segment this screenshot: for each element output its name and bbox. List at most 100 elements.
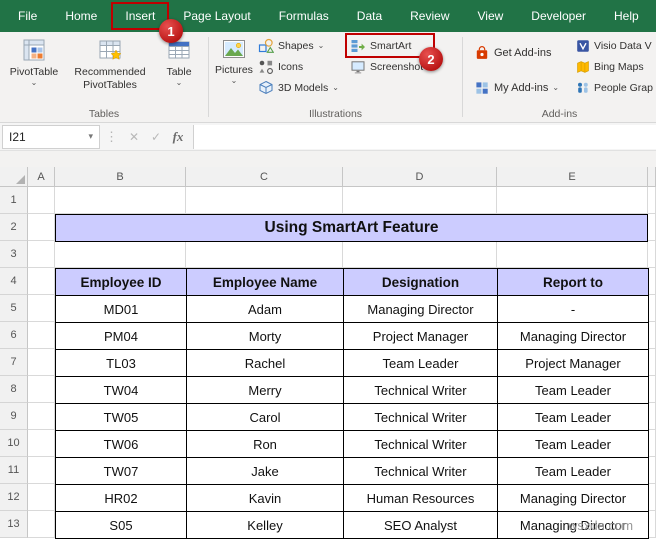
table-cell-r5-c3[interactable]: Technical Writer (344, 404, 498, 431)
table-cell-r5-c4[interactable]: Team Leader (498, 404, 649, 431)
table-cell-r2-c3[interactable]: Project Manager (344, 323, 498, 350)
formula-input[interactable] (193, 124, 656, 149)
table-cell-r6-c3[interactable]: Technical Writer (344, 431, 498, 458)
pictures-button[interactable]: Pictures ⌄ (214, 35, 254, 87)
table-cell-r3-c2[interactable]: Rachel (187, 350, 344, 377)
row-header-3[interactable]: 3 (0, 241, 28, 268)
tab-home[interactable]: Home (51, 2, 111, 30)
table-cell-r2-c4[interactable]: Managing Director (498, 323, 649, 350)
tab-help[interactable]: Help (600, 2, 653, 30)
enter-icon[interactable]: ✓ (145, 130, 167, 144)
3d-models-button[interactable]: 3D Models ⌄ (255, 77, 342, 98)
tab-data[interactable]: Data (343, 2, 396, 30)
cell-A10[interactable] (28, 430, 55, 457)
row-header-6[interactable]: 6 (0, 322, 28, 349)
recommended-pivottables-button[interactable]: Recommended PivotTables (66, 35, 154, 93)
table-cell-r3-c1[interactable]: TL03 (56, 350, 187, 377)
tab-developer[interactable]: Developer (517, 2, 600, 30)
people-graph-button[interactable]: People Grap (573, 77, 656, 98)
table-cell-r8-c3[interactable]: Human Resources (344, 485, 498, 512)
cell-A6[interactable] (28, 322, 55, 349)
cell-A4[interactable] (28, 268, 55, 295)
cell-X2[interactable] (648, 214, 656, 241)
visio-data-visualizer-button[interactable]: Visio Data V (573, 35, 656, 56)
table-cell-r1-c3[interactable]: Managing Director (344, 296, 498, 323)
row-header-10[interactable]: 10 (0, 430, 28, 457)
cell-A5[interactable] (28, 295, 55, 322)
cell-A7[interactable] (28, 349, 55, 376)
table-cell-r1-c2[interactable]: Adam (187, 296, 344, 323)
row-header-9[interactable]: 9 (0, 403, 28, 430)
tab-review[interactable]: Review (396, 2, 463, 30)
cell-D1[interactable] (343, 187, 497, 214)
cell-A8[interactable] (28, 376, 55, 403)
table-cell-r9-c2[interactable]: Kelley (187, 512, 344, 539)
tab-page-layout[interactable]: Page Layout (169, 2, 264, 30)
chevron-down-icon[interactable]: ▾ (88, 131, 93, 142)
table-cell-r6-c1[interactable]: TW06 (56, 431, 187, 458)
table-cell-r6-c2[interactable]: Ron (187, 431, 344, 458)
pivottable-button[interactable]: PivotTable ⌄ (5, 35, 63, 89)
tab-view[interactable]: View (464, 2, 518, 30)
cell-X7[interactable] (648, 349, 656, 376)
table-header-report-to[interactable]: Report to (498, 269, 649, 296)
cell-X6[interactable] (648, 322, 656, 349)
cell-X8[interactable] (648, 376, 656, 403)
icons-button[interactable]: Icons (255, 56, 342, 77)
table-cell-r5-c2[interactable]: Carol (187, 404, 344, 431)
cell-X12[interactable] (648, 484, 656, 511)
table-cell-r3-c4[interactable]: Project Manager (498, 350, 649, 377)
table-header-designation[interactable]: Designation (344, 269, 498, 296)
cell-X9[interactable] (648, 403, 656, 430)
table-cell-r6-c4[interactable]: Team Leader (498, 431, 649, 458)
cell-X11[interactable] (648, 457, 656, 484)
cell-X13[interactable] (648, 511, 656, 538)
row-header-1[interactable]: 1 (0, 187, 28, 214)
row-header-8[interactable]: 8 (0, 376, 28, 403)
table-cell-r1-c4[interactable]: - (498, 296, 649, 323)
table-cell-r3-c3[interactable]: Team Leader (344, 350, 498, 377)
row-header-5[interactable]: 5 (0, 295, 28, 322)
column-header-E[interactable]: E (497, 167, 648, 186)
cell-A9[interactable] (28, 403, 55, 430)
cell-E3[interactable] (497, 241, 648, 268)
insert-function-icon[interactable]: fx (167, 129, 189, 145)
sheet-title-cell[interactable]: Using SmartArt Feature (55, 214, 648, 242)
tab-file[interactable]: File (4, 2, 51, 30)
cell-C3[interactable] (186, 241, 343, 268)
cell-B3[interactable] (55, 241, 186, 268)
row-header-11[interactable]: 11 (0, 457, 28, 484)
table-header-employee-name[interactable]: Employee Name (187, 269, 344, 296)
table-header-employee-id[interactable]: Employee ID (56, 269, 187, 296)
table-cell-r4-c4[interactable]: Team Leader (498, 377, 649, 404)
row-header-7[interactable]: 7 (0, 349, 28, 376)
cell-D3[interactable] (343, 241, 497, 268)
cell-C1[interactable] (186, 187, 343, 214)
cell-X1[interactable] (648, 187, 656, 214)
table-cell-r5-c1[interactable]: TW05 (56, 404, 187, 431)
table-cell-r8-c4[interactable]: Managing Director (498, 485, 649, 512)
cell-A11[interactable] (28, 457, 55, 484)
cell-A12[interactable] (28, 484, 55, 511)
my-add-ins-button[interactable]: My Add-ins ⌄ (471, 77, 562, 99)
cell-A1[interactable] (28, 187, 55, 214)
cell-E1[interactable] (497, 187, 648, 214)
cell-B1[interactable] (55, 187, 186, 214)
shapes-button[interactable]: Shapes ⌄ (255, 35, 342, 56)
cell-X3[interactable] (648, 241, 656, 268)
name-box[interactable]: I21 ▾ (2, 124, 100, 149)
table-cell-r4-c1[interactable]: TW04 (56, 377, 187, 404)
table-button[interactable]: Table ⌄ (157, 35, 201, 89)
tab-formulas[interactable]: Formulas (265, 2, 343, 30)
table-cell-r2-c2[interactable]: Morty (187, 323, 344, 350)
table-cell-r8-c2[interactable]: Kavin (187, 485, 344, 512)
table-cell-r4-c3[interactable]: Technical Writer (344, 377, 498, 404)
select-all-corner[interactable] (0, 167, 28, 186)
cell-X5[interactable] (648, 295, 656, 322)
cell-A13[interactable] (28, 511, 55, 538)
cell-A2[interactable] (28, 214, 55, 241)
row-header-4[interactable]: 4 (0, 268, 28, 295)
cell-A3[interactable] (28, 241, 55, 268)
table-cell-r7-c2[interactable]: Jake (187, 458, 344, 485)
column-header-D[interactable]: D (343, 167, 497, 186)
